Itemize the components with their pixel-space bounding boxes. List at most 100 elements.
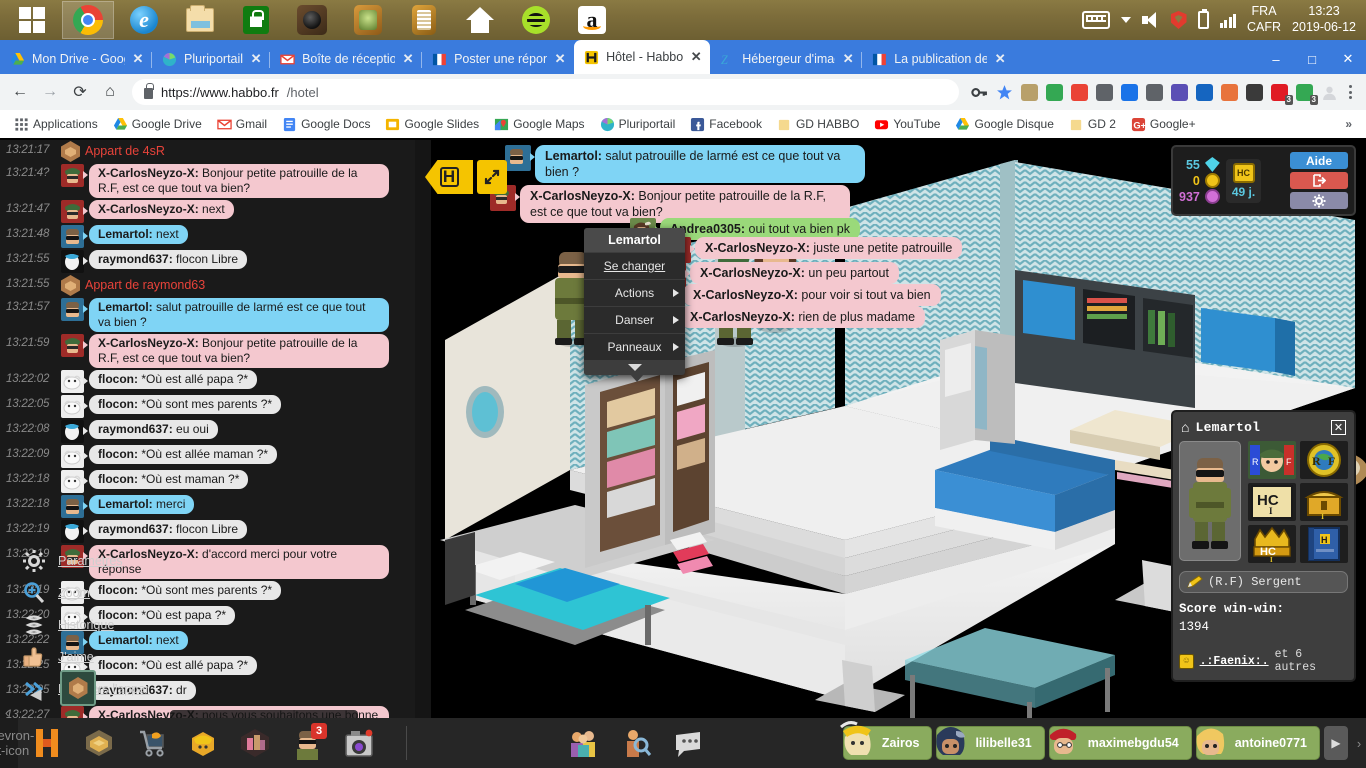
home-button[interactable]: ⌂	[96, 78, 124, 106]
room-menu-item-zoom[interactable]: Zoom	[20, 577, 170, 609]
browser-tab-5[interactable]: Hôtel - Habbo ✕	[574, 40, 711, 74]
bookmark-10[interactable]: YouTube	[868, 114, 946, 134]
close-tab-icon[interactable]: ✕	[842, 51, 854, 67]
reload-button[interactable]: ⟳	[66, 78, 94, 106]
taskbar-chrome-button[interactable]	[62, 1, 114, 39]
chrome-menu-icon[interactable]	[1340, 80, 1360, 104]
windows-start-button[interactable]	[6, 1, 58, 39]
bookmark-8[interactable]: Facebook	[684, 114, 768, 134]
taskbar-audio-button[interactable]	[286, 1, 338, 39]
profile-avatar-icon[interactable]	[1321, 84, 1338, 101]
chat-log-row[interactable]: 13:21:59 X-CarlosNeyzo-X: Bonjour petite …	[0, 333, 415, 369]
chat-username[interactable]: flocon:	[98, 372, 138, 386]
google-g-extension-icon[interactable]	[1096, 83, 1113, 101]
volume-icon[interactable]	[1141, 12, 1160, 28]
chat-log-row[interactable]: 13:22:18 Lemartol: merci	[0, 494, 415, 519]
toolbar-friend-search-icon[interactable]	[611, 720, 661, 766]
address-bar[interactable]: https://www.habbo.fr/hotel	[132, 79, 959, 105]
close-tab-icon[interactable]: ✕	[690, 49, 702, 65]
chat-username[interactable]: Lemartol:	[98, 227, 153, 241]
chat-log-row[interactable]: 13:22:18 flocon: *Où est maman ?*	[0, 469, 415, 494]
toolbar-collapse-button[interactable]: chevron-left-icon	[0, 718, 34, 768]
close-icon[interactable]: ✕	[1331, 419, 1346, 435]
chat-username[interactable]: raymond637:	[98, 522, 173, 536]
chat-log-row[interactable]: 13:21:47 X-CarlosNeyzo-X: next	[0, 199, 415, 224]
hc-crown-badge[interactable]: HC I	[1248, 525, 1296, 563]
microphone-extension-icon[interactable]	[1146, 83, 1163, 101]
chat-username[interactable]: X-CarlosNeyzo-X:	[98, 336, 199, 350]
raymond-avatar[interactable]	[61, 420, 88, 443]
friend-chip-lilibelle31[interactable]: lilibelle31	[936, 726, 1045, 760]
hc-tile-badge[interactable]: HC I	[1248, 483, 1296, 521]
taskbar-photos-button[interactable]	[342, 1, 394, 39]
lemartol-avatar[interactable]	[61, 298, 88, 321]
taskbar-store-button[interactable]	[230, 1, 282, 39]
flocon-avatar[interactable]	[61, 445, 88, 468]
duckets-row[interactable]: 937	[1179, 189, 1220, 204]
shield-icon[interactable]	[1170, 11, 1187, 29]
close-tab-icon[interactable]: ✕	[132, 51, 144, 67]
friend-chip-antoine0771[interactable]: antoine0771	[1195, 726, 1320, 760]
chat-log-row[interactable]: 13:22:05 flocon: *Où sont mes parents ?*	[0, 394, 415, 419]
chat-log-row[interactable]: 13:21:48 Lemartol: next	[0, 224, 415, 249]
carlos-avatar[interactable]	[61, 334, 88, 357]
chat-username[interactable]: flocon:	[98, 447, 138, 461]
chat-log-row[interactable]: 13:22:02 flocon: *Où est allé papa ?*	[0, 369, 415, 394]
green-check-extension-icon[interactable]: 3	[1296, 83, 1318, 105]
context-menu-item-danser[interactable]: Danser	[584, 306, 685, 333]
habbo-book-badge[interactable]: H	[1300, 525, 1348, 563]
maximize-button[interactable]: □	[1294, 44, 1330, 74]
room-thumbnail[interactable]	[60, 670, 96, 706]
forward-button[interactable]: →	[36, 78, 64, 106]
raymond-avatar[interactable]	[61, 520, 88, 543]
taskbar-ie-button[interactable]	[118, 1, 170, 39]
chat-username[interactable]: Lemartol:	[98, 497, 153, 511]
color-circle-extension-icon[interactable]	[1121, 83, 1138, 101]
browser-tab-6[interactable]: Z Hébergeur d'image ✕	[709, 44, 862, 74]
bookmark-4[interactable]: Google Docs	[276, 114, 376, 134]
browser-tab-4[interactable]: Poster une réponse ✕	[421, 44, 574, 74]
back-button[interactable]: ←	[6, 78, 34, 106]
hc-status-box[interactable]: HC 49 j.	[1225, 158, 1262, 203]
room-menu-item-historique[interactable]: Historique	[20, 609, 170, 641]
room-menu-item-j-aime[interactable]: J'aime	[20, 641, 170, 673]
context-menu-item-actions[interactable]: Actions	[584, 279, 685, 306]
taskbar-spotify-button[interactable]	[510, 1, 562, 39]
bookmark-13[interactable]: G+ Google+	[1125, 114, 1202, 134]
chat-log-row[interactable]: 13:22:09 flocon: *Où est allée maman ?*	[0, 444, 415, 469]
browser-tab-3[interactable]: Boîte de réception ✕	[269, 44, 422, 74]
credits-row[interactable]: 0	[1193, 173, 1220, 188]
chat-log-row[interactable]: 13:21:57 Lemartol: salut patrouille de la…	[0, 297, 415, 333]
google-drive-extension-icon[interactable]	[1046, 83, 1063, 101]
close-window-button[interactable]: ✕	[1330, 44, 1366, 74]
browser-tab-2[interactable]: Pluriportail ✕	[150, 44, 270, 74]
clock[interactable]: 13:23 2019-06-12	[1292, 4, 1356, 35]
bookmark-1[interactable]: Applications	[8, 114, 104, 134]
gold-chest-badge[interactable]: I	[1300, 483, 1348, 521]
cursor-extension-icon[interactable]	[1171, 83, 1188, 101]
chat-log-row[interactable]: 13:21:55 raymond637: flocon Libre	[0, 249, 415, 274]
signal-bars-icon[interactable]	[1219, 12, 1237, 28]
close-tab-icon[interactable]: ✕	[402, 51, 414, 67]
minimize-button[interactable]: –	[1258, 44, 1294, 74]
room-menu-prev-icon[interactable]: ◀	[30, 685, 42, 703]
chat-username[interactable]: raymond637:	[98, 252, 173, 266]
toolbar-camera-icon[interactable]	[334, 720, 384, 766]
toolbar-avatar-me-icon[interactable]: 3	[282, 720, 332, 766]
context-menu-item-se-changer[interactable]: Se changer	[584, 252, 685, 279]
taskbar-explorer-button[interactable]	[174, 1, 226, 39]
help-button[interactable]: Aide	[1290, 152, 1348, 169]
browser-tab-1[interactable]: Mon Drive - Google ✕	[0, 44, 152, 74]
lemartol-avatar[interactable]	[61, 225, 88, 248]
s-letter-extension-icon[interactable]	[1196, 83, 1213, 101]
toolbar-furniture-icon[interactable]	[230, 720, 280, 766]
friend-bar-next-button[interactable]: ▶	[1324, 726, 1348, 760]
friend-chip-zairos[interactable]: Zairos	[839, 721, 933, 760]
bookmark-9[interactable]: GD HABBO	[771, 114, 865, 134]
battery-icon[interactable]	[1197, 9, 1209, 29]
bookmark-7[interactable]: Pluriportail	[594, 114, 682, 134]
bookmark-3[interactable]: Gmail	[211, 114, 273, 134]
toolbar-friends-group-icon[interactable]	[559, 720, 609, 766]
close-tab-icon[interactable]: ✕	[994, 51, 1006, 67]
chevron-down-icon[interactable]	[1120, 17, 1131, 23]
